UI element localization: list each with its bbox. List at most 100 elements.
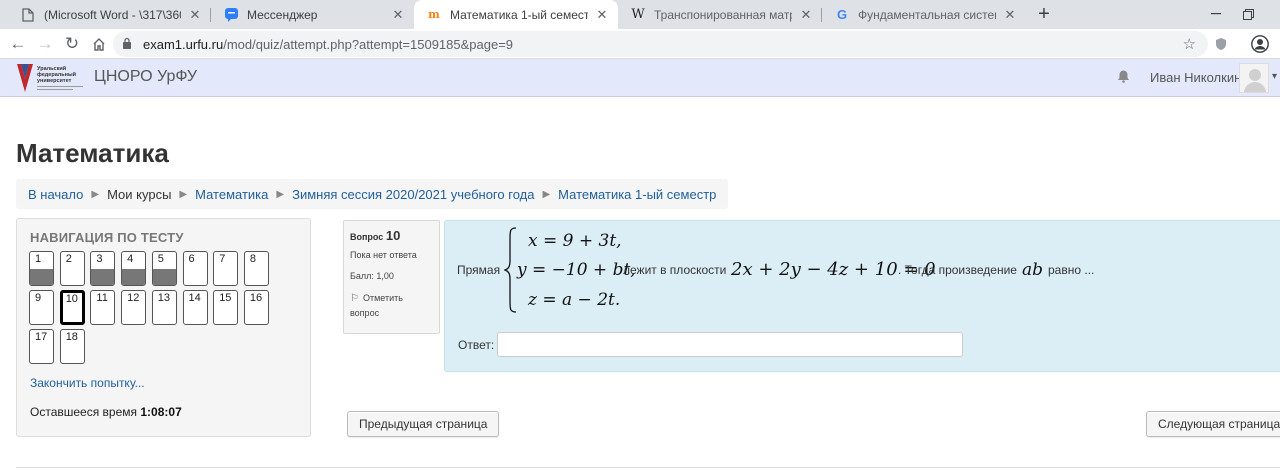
- question-nav-button[interactable]: 10: [59, 290, 85, 325]
- question-nav-button[interactable]: 5: [151, 251, 177, 286]
- question-nav-number: 13: [157, 292, 171, 304]
- question-nav-button[interactable]: 9: [29, 290, 54, 325]
- breadcrumb-my-courses: Мои курсы: [107, 186, 172, 202]
- system-brace: [504, 227, 517, 313]
- question-state: Пока нет ответа: [350, 250, 417, 260]
- equation-z: z = a − 2t.: [528, 290, 621, 310]
- close-tab-icon[interactable]: ✕: [798, 7, 814, 23]
- home-icon[interactable]: [87, 32, 111, 56]
- svg-text:федеральный: федеральный: [37, 71, 76, 78]
- answer-input[interactable]: [497, 332, 963, 357]
- lock-icon: [122, 37, 134, 52]
- notification-bell-icon[interactable]: [1117, 69, 1130, 86]
- browser-tab[interactable]: W Транспонированная матрица – ✕: [618, 0, 822, 29]
- question-nav-number: 10: [65, 293, 78, 305]
- google-icon: G: [836, 7, 848, 22]
- answered-indicator: [30, 269, 53, 285]
- restore-button[interactable]: [1235, 4, 1261, 24]
- question-nav-number: 17: [35, 331, 48, 343]
- document-icon: [20, 7, 36, 23]
- breadcrumb-separator-icon: ▶: [91, 188, 100, 200]
- product-expression: ab: [1022, 260, 1044, 280]
- moodle-icon: m: [428, 8, 440, 21]
- question-nav-number: 14: [188, 292, 201, 304]
- svg-text:университет: университет: [37, 78, 72, 84]
- minimize-button[interactable]: [1203, 4, 1229, 24]
- browser-tab[interactable]: (Microsoft Word - \317\360\340\ ✕: [8, 0, 211, 29]
- url-host: exam1.urfu.ru: [143, 36, 224, 52]
- profile-icon[interactable]: [1250, 34, 1270, 54]
- question-nav-number: 16: [249, 292, 263, 304]
- quiz-navigation-block: НАВИГАЦИЯ ПО ТЕСТУ 1 2 3 4 5 6 7 8 9 10 11 12 13 14 15…: [16, 218, 311, 437]
- question-nav-button[interactable]: 18: [59, 329, 85, 364]
- question-nav-button[interactable]: 8: [243, 251, 269, 286]
- question-info: Вопрос 10 Пока нет ответа Балл: 1,00 ⚐ От…: [343, 220, 440, 334]
- url-path: /mod/quiz/attempt.php?attempt=1509185&pa…: [223, 36, 514, 52]
- close-tab-icon[interactable]: ✕: [1002, 7, 1018, 23]
- browser-tab[interactable]: G Фундаментальная система реш ✕: [822, 0, 1026, 29]
- question-nav-number: 15: [219, 292, 232, 304]
- question-nav-button[interactable]: 3: [90, 251, 116, 286]
- breadcrumb-session[interactable]: Зимняя сессия 2020/2021 учебного года: [292, 187, 534, 202]
- back-icon[interactable]: ←: [6, 32, 30, 56]
- tab-title: (Microsoft Word - \317\360\340\: [44, 7, 181, 22]
- close-tab-icon[interactable]: ✕: [390, 7, 406, 23]
- breadcrumb: В начало ▶ Мои курсы ▶ Математика ▶ Зимн…: [16, 179, 729, 209]
- answer-label: Ответ:: [458, 338, 495, 352]
- extension-shield-icon[interactable]: [1211, 34, 1231, 54]
- question-nav-button[interactable]: 4: [121, 251, 147, 286]
- next-page-button[interactable]: Следующая страница: [1146, 411, 1280, 437]
- answered-indicator: [91, 269, 115, 285]
- page-title: Математика: [16, 138, 169, 168]
- tab-title: Математика 1-ый семестр: [450, 7, 588, 22]
- urfu-logo[interactable]: Уральский федеральный университет: [16, 62, 88, 94]
- site-header: Уральский федеральный университет ЦНОРО …: [0, 59, 1280, 97]
- question-nav-number: 9: [35, 292, 42, 304]
- user-name[interactable]: Иван Николкин: [1150, 70, 1241, 85]
- breadcrumb-separator-icon: ▶: [542, 188, 551, 200]
- question-nav-button[interactable]: 6: [182, 251, 208, 286]
- question-nav-number: 12: [127, 292, 140, 304]
- reload-icon[interactable]: ↻: [60, 32, 84, 56]
- svg-text:Уральский: Уральский: [37, 65, 66, 72]
- question-content: Прямая x = 9 + 3t, y = −10 + bt, z = a −…: [444, 220, 1280, 372]
- browser-tab[interactable]: Мессенджер ✕: [211, 0, 414, 29]
- close-tab-icon[interactable]: ✕: [594, 7, 610, 23]
- question-nav-button[interactable]: 1: [29, 251, 54, 286]
- close-tab-icon[interactable]: ✕: [187, 7, 203, 23]
- question-nav-button[interactable]: 2: [59, 251, 85, 286]
- question-nav-number: 8: [249, 253, 257, 265]
- equation-y: y = −10 + bt,: [517, 260, 636, 280]
- footer-divider: [16, 467, 1280, 468]
- breadcrumb-math[interactable]: Математика: [195, 187, 268, 202]
- finish-attempt-link[interactable]: Закончить попытку...: [30, 376, 145, 390]
- question-nav-number: 6: [188, 253, 195, 265]
- question-nav-button[interactable]: 15: [213, 290, 239, 325]
- previous-page-button[interactable]: Предыдущая страница: [347, 411, 500, 437]
- avatar[interactable]: [1239, 63, 1269, 93]
- chat-icon: [223, 7, 239, 23]
- flag-question-link[interactable]: ⚐ Отметить вопрос: [350, 291, 433, 320]
- browser-tab-active[interactable]: m Математика 1-ый семестр ✕: [414, 0, 618, 29]
- time-remaining-label: Оставшееся время: [30, 405, 138, 419]
- bookmark-star-icon[interactable]: ☆: [1183, 35, 1196, 53]
- new-tab-button[interactable]: +: [1033, 3, 1055, 25]
- question-nav-number: 5: [157, 253, 164, 265]
- quiz-navigation-heading: НАВИГАЦИЯ ПО ТЕСТУ: [30, 230, 184, 245]
- flag-icon: ⚐: [350, 293, 359, 304]
- question-nav-button[interactable]: 17: [29, 329, 54, 364]
- question-nav-button[interactable]: 11: [90, 290, 116, 325]
- question-nav-button[interactable]: 14: [182, 290, 208, 325]
- question-nav-button[interactable]: 16: [243, 290, 269, 325]
- forward-icon[interactable]: →: [33, 32, 57, 56]
- breadcrumb-course[interactable]: Математика 1-ый семестр: [558, 187, 716, 202]
- address-bar[interactable]: exam1.urfu.ru/mod/quiz/attempt.php?attem…: [113, 31, 1208, 57]
- question-nav-button[interactable]: 7: [213, 251, 239, 286]
- site-name[interactable]: ЦНОРО УрФУ: [94, 68, 197, 86]
- user-menu-caret-icon[interactable]: ▾: [1272, 71, 1277, 82]
- question-nav-number: 11: [96, 292, 108, 304]
- breadcrumb-home[interactable]: В начало: [28, 187, 83, 202]
- question-nav-button[interactable]: 13: [151, 290, 177, 325]
- question-nav-button[interactable]: 12: [121, 290, 147, 325]
- wikipedia-icon: W: [631, 7, 645, 22]
